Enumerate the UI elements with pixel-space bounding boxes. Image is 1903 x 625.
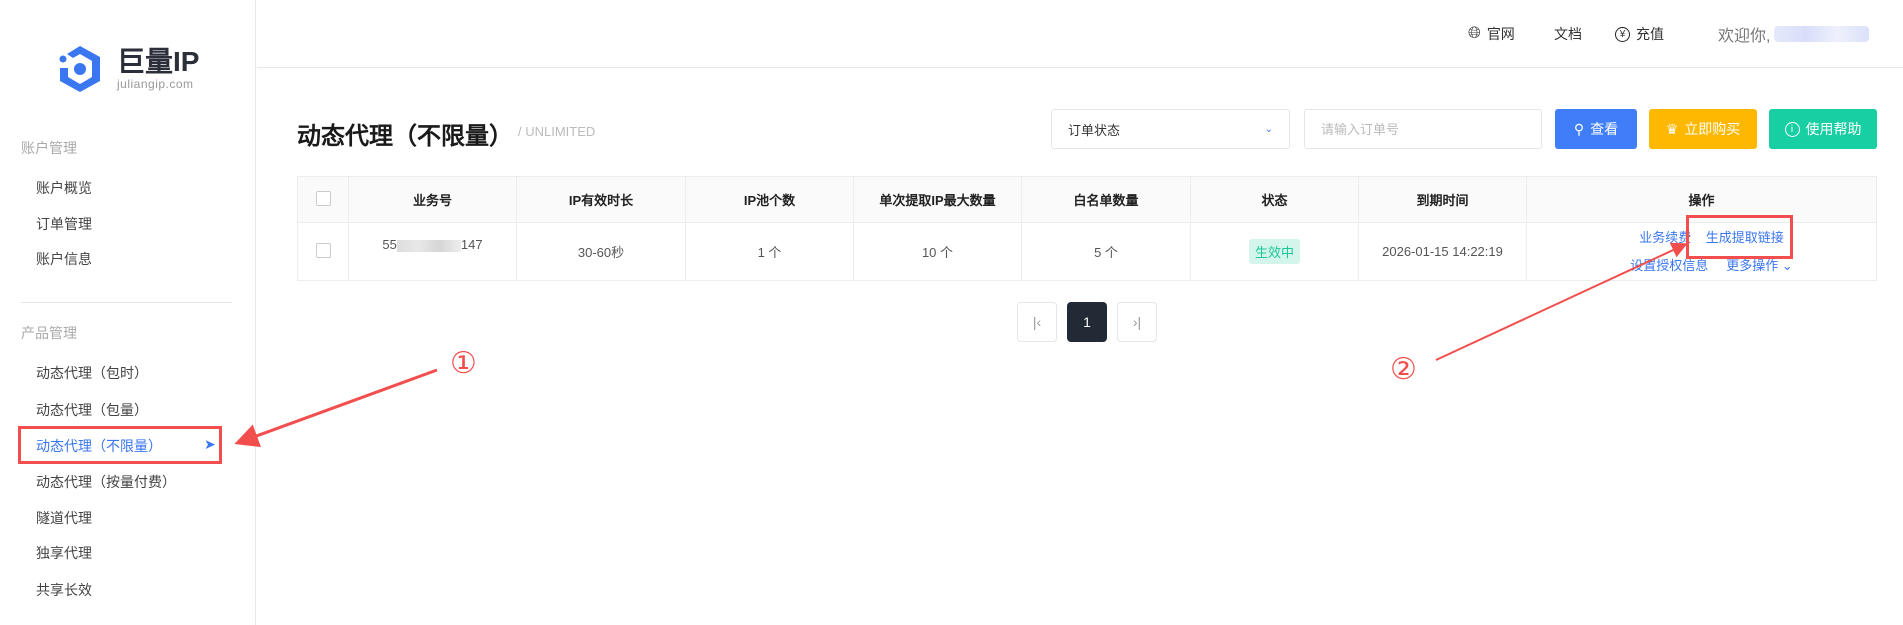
arrow-1 [234, 368, 438, 448]
step-1-marker: ① [450, 347, 477, 380]
annotation-arrows [234, 242, 1688, 448]
arrow-2 [1435, 242, 1688, 361]
step-2-marker: ② [1390, 353, 1417, 386]
